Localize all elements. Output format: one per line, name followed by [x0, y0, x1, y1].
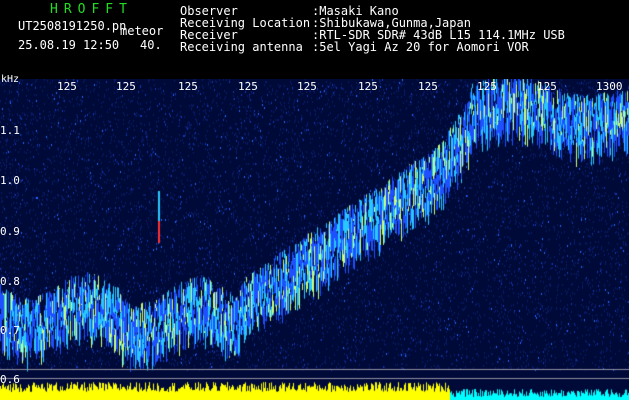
y-tick: 0.6 — [0, 373, 20, 386]
spectrogram-waterfall — [0, 79, 629, 400]
x-tick: 125 — [178, 80, 198, 93]
y-tick: 1.0 — [0, 174, 20, 187]
x-tick: 125 — [358, 80, 378, 93]
x-tick: 125 — [116, 80, 136, 93]
y-tick: 0.9 — [0, 225, 20, 238]
signal-level: 40. — [140, 38, 162, 52]
detection-tag: meteor — [120, 24, 164, 38]
y-tick: 1.1 — [0, 124, 20, 137]
file-name: UT2508191250.pn — [18, 19, 127, 33]
x-tick: 125 — [418, 80, 438, 93]
date-time: 25.08.19 12:50 — [18, 38, 120, 52]
app-title: HROFFT — [50, 2, 133, 17]
x-tick: 125 — [238, 80, 258, 93]
antenna-value: :5el Yagi Az 20 for Aomori VOR — [312, 40, 529, 54]
y-tick: 0.8 — [0, 275, 20, 288]
x-tick: 125 — [297, 80, 317, 93]
header-panel: HROFFT UT2508191250.pn meteor 25.08.19 1… — [0, 0, 629, 79]
y-tick: 0.7 — [0, 324, 20, 337]
y-axis-unit: kHz — [1, 74, 20, 85]
antenna-label: Receiving antenna — [180, 40, 303, 54]
x-tick: 125 — [537, 80, 557, 93]
x-tick: 125 — [57, 80, 77, 93]
x-tick: 125 — [477, 80, 497, 93]
x-tick: 1300 — [596, 80, 623, 93]
